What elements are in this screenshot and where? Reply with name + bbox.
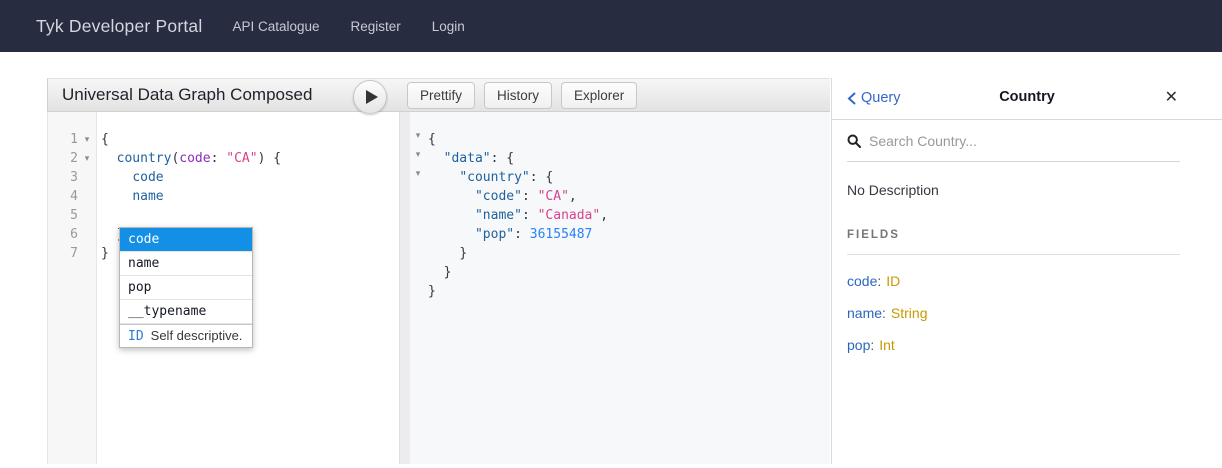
page-title: Universal Data Graph Composed [48, 85, 312, 105]
nav-link-register[interactable]: Register [351, 19, 401, 34]
fold-arrow-icon[interactable]: ▾ [410, 168, 426, 187]
gutter-row: 2▾ [48, 149, 96, 168]
doc-fields-list: code:IDname:Stringpop:Int [847, 265, 1207, 361]
execute-query-button[interactable] [353, 80, 387, 114]
doc-explorer-header: Query Country ✕ [832, 78, 1222, 120]
code-line: "pop": 36155487 [428, 225, 830, 244]
line-number: 5 [48, 208, 78, 223]
doc-field-name[interactable]: name [847, 305, 882, 321]
fold-spacer [410, 225, 426, 244]
gutter-row: 1▾ [48, 130, 96, 149]
fold-arrow-icon[interactable]: ▾ [410, 130, 426, 149]
line-number: 6 [48, 227, 78, 242]
result-code-area: { "data": { "country": { "code": "CA", "… [410, 112, 830, 301]
gutter-row: 3 [48, 168, 96, 187]
code-line: code [101, 168, 399, 187]
autocomplete-item-pop[interactable]: pop [120, 276, 252, 300]
doc-field-type[interactable]: Int [879, 337, 895, 353]
top-navbar: Tyk Developer Portal API Catalogue Regist… [0, 0, 1222, 52]
fold-spacer [410, 187, 426, 206]
line-number: 3 [48, 170, 78, 185]
code-line: } [428, 282, 830, 301]
doc-field-row: pop: Int [847, 329, 1207, 361]
search-icon [847, 134, 861, 148]
line-number: 1 [48, 132, 78, 147]
doc-field-colon: : [882, 305, 886, 321]
fold-arrow-icon[interactable]: ▾ [78, 134, 96, 145]
code-line: { [428, 130, 830, 149]
pane-resize-handle[interactable] [399, 112, 410, 464]
doc-explorer-panel: Query Country ✕ No Description FIELDS co… [831, 78, 1222, 464]
play-icon [366, 90, 378, 104]
code-line: } [428, 244, 830, 263]
doc-field-colon: : [877, 273, 881, 289]
code-line: country(code: "CA") { [101, 149, 399, 168]
code-line: "code": "CA", [428, 187, 830, 206]
gutter-row: 6 [48, 225, 96, 244]
gutter-row: 5 [48, 206, 96, 225]
doc-field-row: code: ID [847, 265, 1207, 297]
nav-link-api-catalogue[interactable]: API Catalogue [232, 19, 319, 34]
code-line: { [101, 130, 399, 149]
code-line: "data": { [428, 149, 830, 168]
doc-field-row: name: String [847, 297, 1207, 329]
brand-title[interactable]: Tyk Developer Portal [36, 16, 202, 37]
code-line: "name": "Canada", [428, 206, 830, 225]
fold-spacer [410, 263, 426, 282]
code-line [101, 206, 399, 225]
fold-arrow-icon[interactable]: ▾ [78, 153, 96, 164]
nav-link-login[interactable]: Login [432, 19, 465, 34]
doc-field-type[interactable]: ID [886, 273, 900, 289]
doc-divider [847, 254, 1180, 255]
code-line: } [428, 263, 830, 282]
nav-links: API Catalogue Register Login [232, 19, 464, 34]
doc-search-input[interactable] [869, 133, 1180, 149]
toolbar-button-prettify[interactable]: Prettify [407, 82, 475, 109]
toolbar-button-history[interactable]: History [484, 82, 552, 109]
code-line: "country": { [428, 168, 830, 187]
fold-spacer [410, 206, 426, 225]
toolbar-button-explorer[interactable]: Explorer [561, 82, 637, 109]
gutter-row: 7 [48, 244, 96, 263]
toolbar-buttons: Prettify History Explorer [407, 78, 637, 112]
doc-field-name[interactable]: code [847, 273, 877, 289]
result-viewer: ▾▾▾ { "data": { "country": { "code": "CA… [410, 112, 830, 464]
autocomplete-item-code[interactable]: code [120, 228, 252, 252]
doc-field-type[interactable]: String [891, 305, 928, 321]
line-number: 7 [48, 246, 78, 261]
fold-spacer [410, 244, 426, 263]
doc-field-name[interactable]: pop [847, 337, 870, 353]
doc-fields-header: FIELDS [847, 229, 1207, 241]
result-fold-gutter: ▾▾▾ [410, 130, 426, 301]
autocomplete-info-type[interactable]: ID [128, 329, 144, 344]
doc-field-colon: : [870, 337, 874, 353]
fold-arrow-icon[interactable]: ▾ [410, 149, 426, 168]
autocomplete-info-description: Self descriptive. [151, 328, 243, 343]
line-number: 2 [48, 151, 78, 166]
doc-type-title: Country [832, 89, 1222, 105]
autocomplete-item-name[interactable]: name [120, 252, 252, 276]
line-number: 4 [48, 189, 78, 204]
autocomplete-dropdown: codenamepop__typename ID Self descriptiv… [119, 227, 253, 348]
code-line: name [101, 187, 399, 206]
doc-description: No Description [847, 182, 1207, 198]
line-number-gutter: 1▾2▾34567 [48, 112, 97, 464]
autocomplete-item-typename[interactable]: __typename [120, 300, 252, 324]
graphiql-container: Universal Data Graph Composed Prettify Hi… [47, 78, 1222, 464]
doc-search-row [847, 120, 1180, 162]
close-icon[interactable]: ✕ [1165, 88, 1178, 108]
autocomplete-info-row: ID Self descriptive. [120, 324, 252, 347]
fold-spacer [410, 282, 426, 301]
gutter-row: 4 [48, 187, 96, 206]
